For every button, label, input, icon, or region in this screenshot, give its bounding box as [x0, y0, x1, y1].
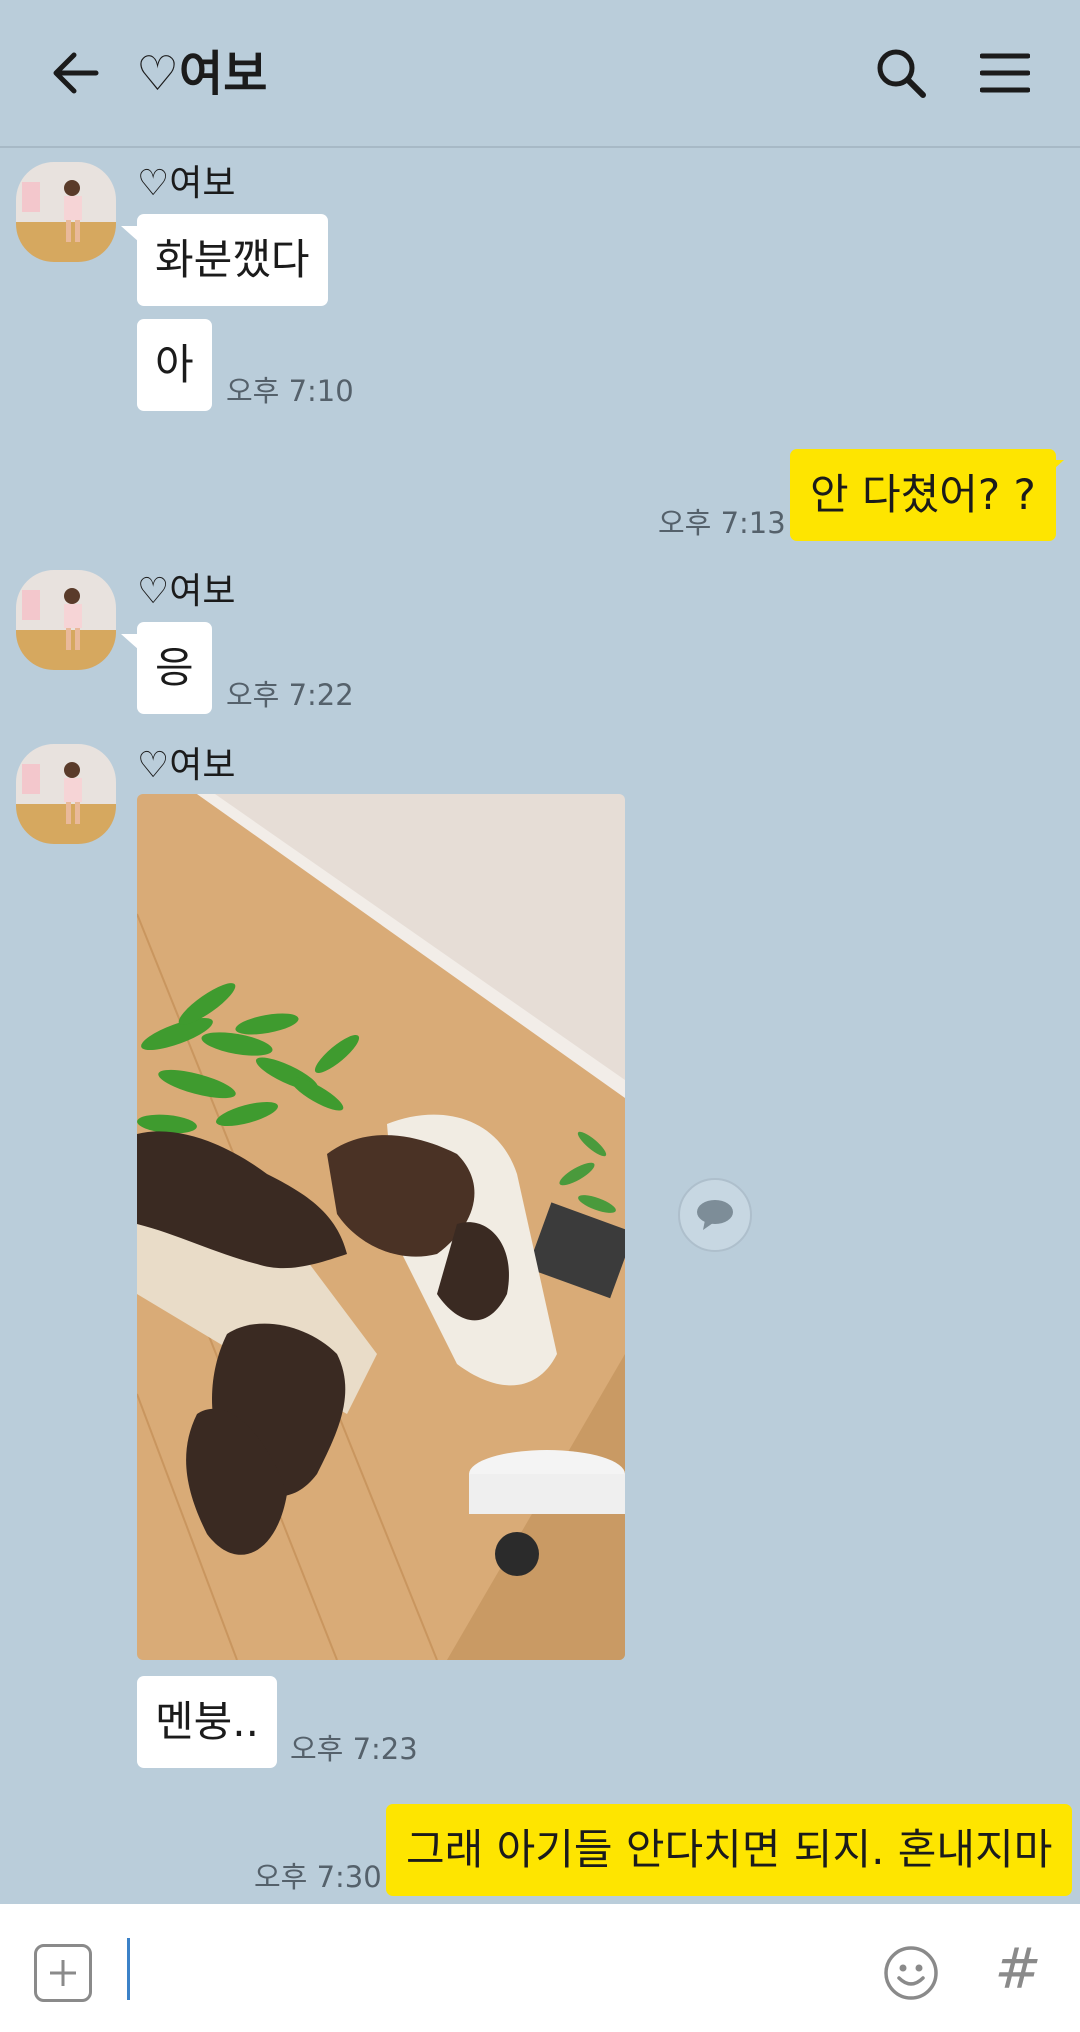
hamburger-menu-icon	[980, 53, 1030, 93]
message-time: 오후 7:22	[226, 678, 354, 712]
photo-message[interactable]	[137, 794, 625, 1660]
message-input[interactable]	[126, 1928, 850, 2010]
menu-button[interactable]	[972, 40, 1038, 106]
message-time: 오후 7:13	[658, 506, 786, 540]
chat-header: ♡여보	[0, 0, 1080, 148]
smiley-icon	[884, 1946, 938, 2000]
avatar[interactable]	[16, 570, 116, 670]
plus-square-icon	[50, 1960, 76, 1986]
back-button[interactable]	[40, 38, 110, 108]
arrow-left-icon	[53, 52, 99, 94]
message-bubble[interactable]: 멘붕..	[137, 1676, 277, 1768]
share-button[interactable]	[678, 1178, 752, 1252]
search-button[interactable]	[868, 40, 934, 106]
hashtag-button[interactable]: #	[990, 1938, 1046, 2002]
speech-bubble-icon	[697, 1200, 733, 1230]
search-icon	[877, 49, 926, 98]
message-bubble[interactable]: 응	[137, 622, 212, 714]
message-bubble[interactable]: 아	[137, 319, 212, 411]
message-time: 오후 7:10	[226, 374, 354, 408]
message-input-bar: #	[0, 1904, 1080, 2032]
attach-button[interactable]	[34, 1944, 92, 2002]
message-bubble-outgoing[interactable]: 그래 아기들 안다치면 되지. 혼내지마	[386, 1804, 1073, 1896]
chat-title: ♡여보	[136, 46, 268, 102]
bubble-tail	[1046, 1815, 1064, 1831]
sender-name: ♡여보	[137, 745, 236, 786]
avatar[interactable]	[16, 744, 116, 844]
text-caret	[127, 1938, 130, 2000]
bubble-tail	[1046, 460, 1064, 476]
emoji-button[interactable]	[882, 1944, 940, 2002]
sender-name: ♡여보	[137, 571, 236, 612]
message-bubble[interactable]: 화분깼다	[137, 214, 328, 306]
message-time: 오후 7:30	[254, 1860, 382, 1894]
sender-name: ♡여보	[137, 163, 236, 204]
chat-message-list[interactable]: ♡여보 화분깼다 아 오후 7:10 오후 7:13 안 다쳤어? ? ♡여보 …	[0, 148, 1080, 1904]
avatar[interactable]	[16, 162, 116, 262]
message-time: 오후 7:23	[290, 1732, 418, 1766]
message-bubble-outgoing[interactable]: 안 다쳤어? ?	[790, 449, 1056, 541]
